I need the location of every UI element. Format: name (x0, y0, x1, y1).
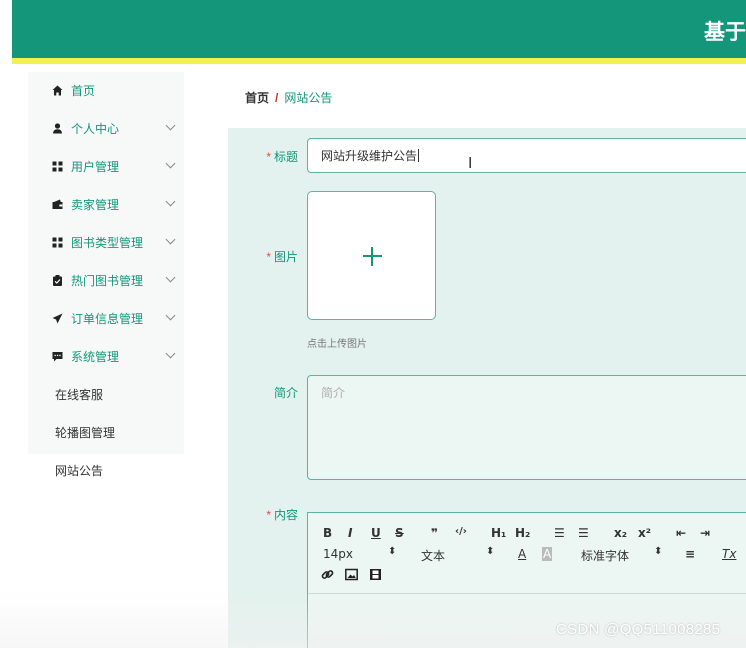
chevron-down-icon (165, 120, 176, 131)
sidebar-item-home[interactable]: 首页 (28, 73, 184, 107)
text-type-select[interactable]: 文本 (421, 547, 445, 564)
required-mark: * (266, 250, 271, 264)
sidebar-item-hot-books-management[interactable]: 热门图书管理 (28, 263, 184, 297)
header-accent-bar (12, 58, 746, 64)
clipboard-icon (51, 274, 63, 286)
font-family-select[interactable]: 标准字体 (581, 547, 629, 564)
text-caret (418, 149, 420, 162)
code-button[interactable]: ‹/› (455, 526, 467, 537)
sidebar-item-book-type-management[interactable]: 图书类型管理 (28, 225, 184, 259)
sidebar-item-label: 图书类型管理 (71, 235, 144, 250)
font-color-button[interactable]: A (518, 547, 526, 561)
required-mark: * (266, 508, 271, 522)
content-label: * 内容 (266, 508, 298, 522)
image-label: * 图片 (266, 250, 298, 264)
chat-icon (51, 350, 63, 362)
chevron-down-icon (165, 234, 176, 245)
sidebar-item-order-management[interactable]: 订单信息管理 (28, 301, 184, 335)
grid-icon (51, 160, 63, 172)
image-icon[interactable] (345, 568, 358, 584)
title-label: * 标题 (266, 150, 298, 164)
chevron-down-icon (165, 310, 176, 321)
sidebar-subitem-carousel-management[interactable]: 轮播图管理 (28, 415, 184, 449)
clear-format-button[interactable]: Tx (722, 547, 736, 561)
sidebar-item-label: 热门图书管理 (71, 273, 144, 288)
intro-placeholder: 简介 (321, 386, 346, 400)
toolbar-divider (308, 593, 746, 594)
chevron-down-icon (165, 196, 176, 207)
sidebar-item-label: 卖家管理 (71, 197, 120, 212)
italic-button[interactable]: I (348, 526, 352, 540)
background-color-button[interactable]: A (542, 547, 553, 561)
send-icon (51, 312, 63, 324)
chevron-down-icon (165, 272, 176, 283)
sidebar-subitem-site-announcement[interactable]: 网站公告 (28, 453, 184, 487)
sidebar-item-user-management[interactable]: 用户管理 (28, 149, 184, 183)
breadcrumb-current: 网站公告 (284, 91, 333, 105)
title-input[interactable]: 网站升级维护公告 (307, 138, 746, 173)
image-upload-button[interactable] (307, 191, 436, 320)
text-type-dropdown-icon: ⬍ (486, 546, 495, 557)
font-size-select[interactable]: 14px (323, 547, 353, 561)
underline-button[interactable]: U (371, 526, 381, 540)
required-mark: * (266, 150, 271, 164)
chevron-down-icon (165, 348, 176, 359)
title-input-value: 网站升级维护公告 (321, 149, 418, 163)
watermark: CSDN @QQ511008285 (556, 621, 721, 638)
sidebar-item-label: 首页 (71, 83, 96, 98)
ordered-list-button[interactable]: ☰ (554, 526, 565, 540)
sidebar-subitem-label: 网站公告 (55, 463, 104, 478)
sidebar-item-label: 个人中心 (71, 121, 120, 136)
bullet-list-button[interactable]: ☰ (578, 526, 589, 540)
sidebar-item-personal-center[interactable]: 个人中心 (28, 111, 184, 145)
h1-button[interactable]: H₁ (491, 526, 506, 540)
user-icon (51, 122, 63, 134)
plus-icon-vertical (371, 247, 373, 266)
home-icon (51, 84, 63, 96)
video-icon[interactable] (369, 568, 382, 584)
quote-button[interactable]: ❞ (431, 526, 438, 540)
left-gutter (0, 0, 12, 648)
superscript-button[interactable]: x² (638, 526, 651, 540)
app-header: 基于v (12, 0, 746, 58)
font-size-dropdown-icon: ⬍ (388, 546, 397, 557)
breadcrumb-separator: / (275, 91, 279, 105)
strike-button[interactable]: S (395, 526, 404, 540)
wallet-icon (51, 198, 63, 210)
sidebar-subitem-label: 轮播图管理 (55, 425, 116, 440)
intro-label: 简介 (273, 386, 298, 400)
intro-textarea[interactable]: 简介 (307, 375, 746, 480)
breadcrumb-home[interactable]: 首页 (245, 91, 269, 105)
sidebar-subitem-label: 在线客服 (55, 387, 104, 402)
sidebar-item-label: 订单信息管理 (71, 311, 144, 326)
indent-button[interactable]: ⇥ (700, 526, 710, 540)
sidebar-item-seller-management[interactable]: 卖家管理 (28, 187, 184, 221)
ibeam-cursor-icon: I (468, 154, 473, 172)
outdent-button[interactable]: ⇤ (676, 526, 686, 540)
sidebar-item-label: 系统管理 (71, 349, 120, 364)
link-icon[interactable] (321, 568, 334, 584)
grid-icon (51, 236, 63, 248)
h2-button[interactable]: H₂ (515, 526, 530, 540)
upload-tip: 点击上传图片 (307, 339, 367, 350)
sidebar-subitem-online-service[interactable]: 在线客服 (28, 377, 184, 411)
sidebar-item-label: 用户管理 (71, 159, 120, 174)
chevron-down-icon (165, 158, 176, 169)
bold-button[interactable]: B (323, 526, 332, 540)
subscript-button[interactable]: x₂ (614, 526, 627, 540)
breadcrumb: 首页 / 网站公告 (245, 89, 332, 106)
font-family-dropdown-icon: ⬍ (654, 546, 663, 557)
sidebar-item-system-management[interactable]: 系统管理 (28, 339, 184, 373)
align-button[interactable]: ≡ (685, 547, 695, 561)
app-title: 基于v (704, 21, 746, 44)
